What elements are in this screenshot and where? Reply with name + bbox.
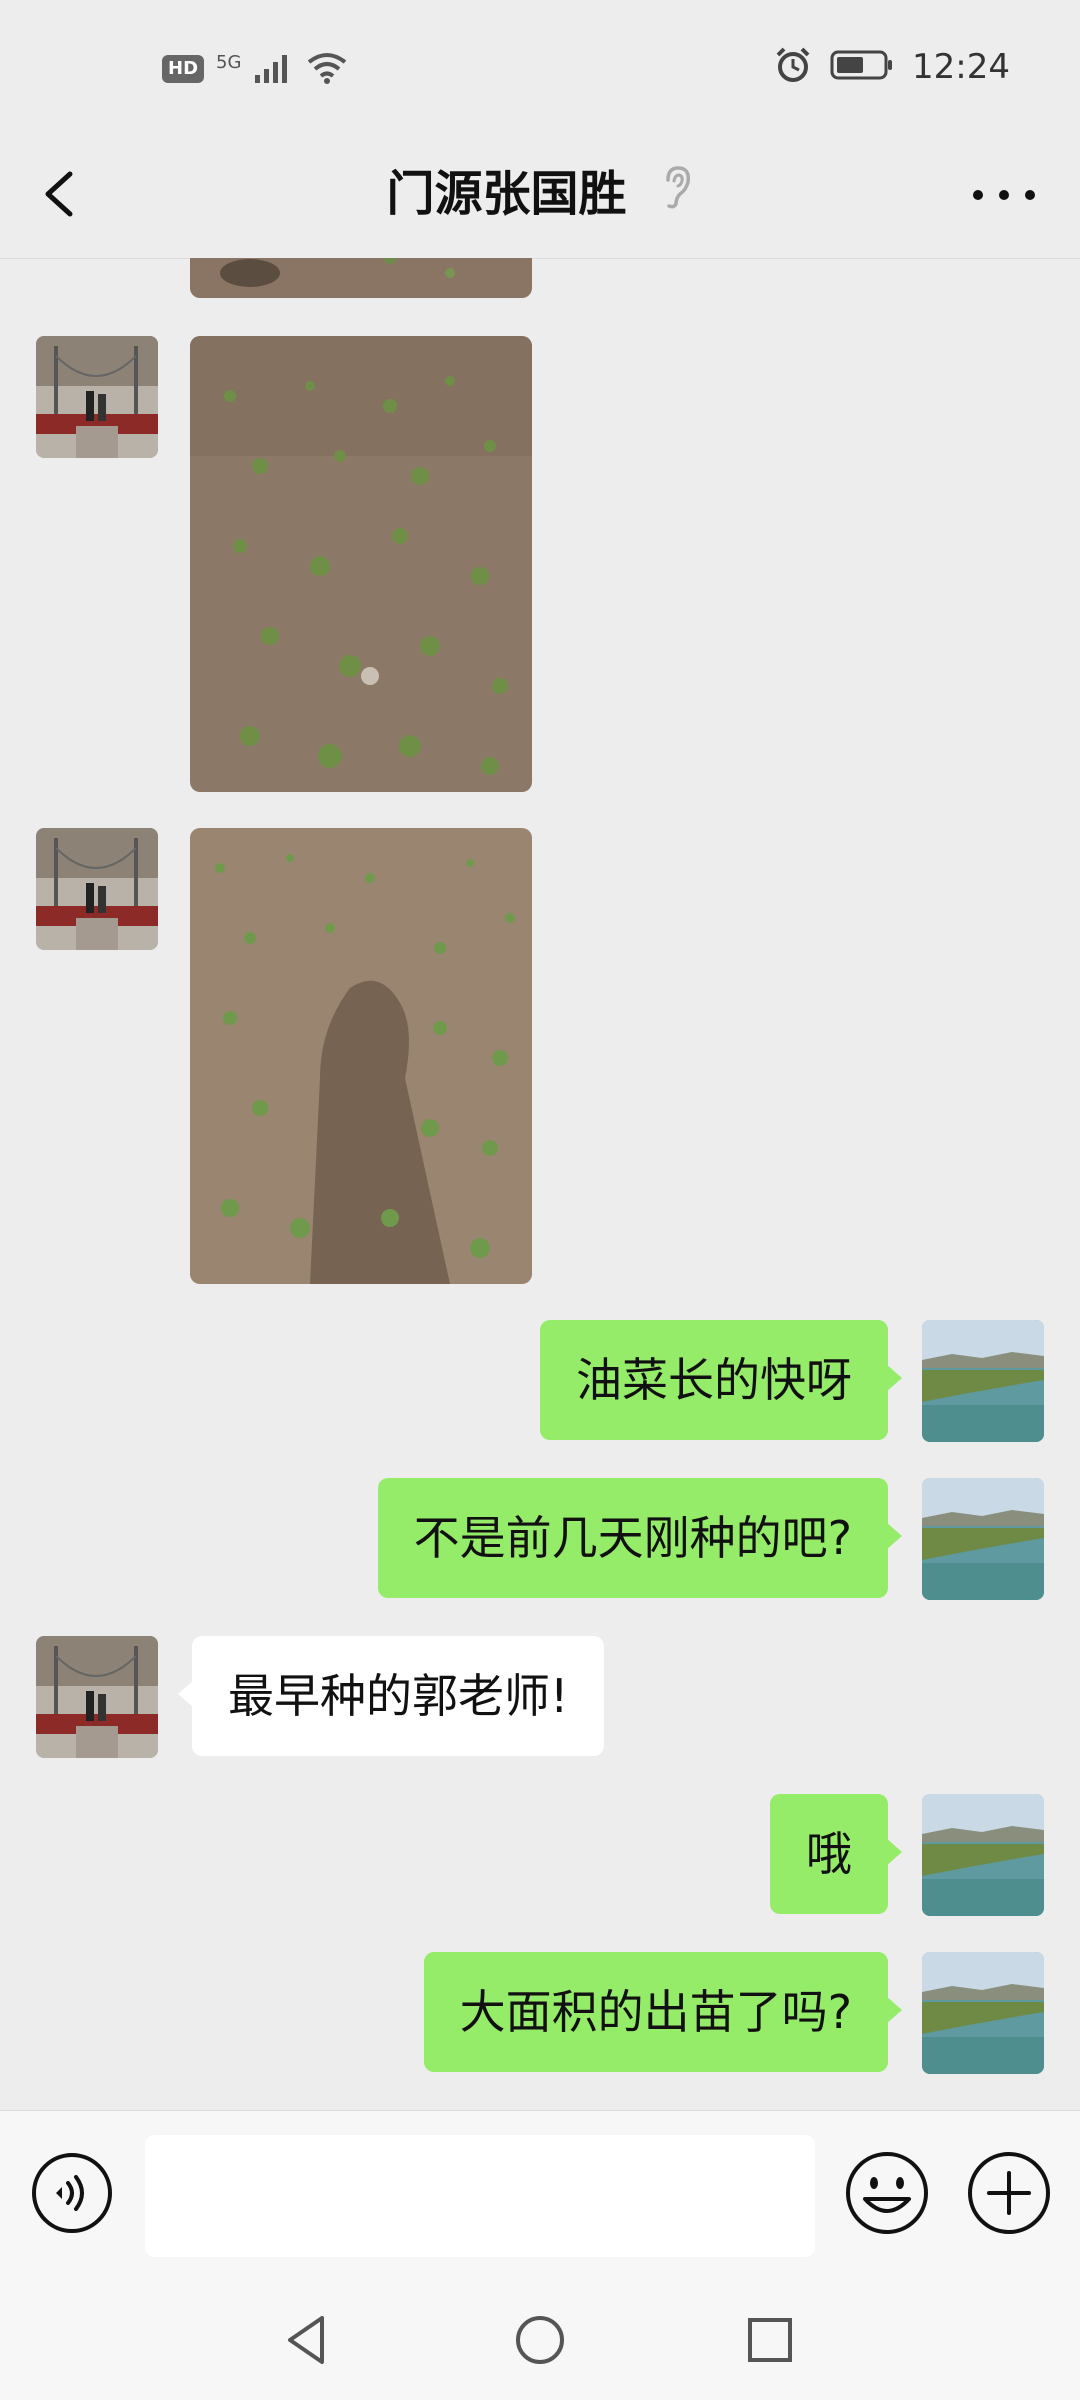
nav-home-button[interactable] [510,2310,570,2370]
message-input[interactable] [145,2135,815,2257]
wifi-icon [305,50,349,88]
network-type-label: 5G [216,51,242,73]
emoji-icon [846,2152,928,2234]
signal-icon [253,51,293,87]
more-button[interactable] [964,170,1044,220]
outgoing-message[interactable]: 哦 [770,1794,902,1914]
my-avatar[interactable] [922,1320,1044,1442]
hd-badge: HD [162,55,205,83]
nav-recent-button[interactable] [740,2310,800,2370]
my-avatar[interactable] [922,1952,1044,2074]
my-avatar[interactable] [922,1478,1044,1600]
alarm-icon [774,46,812,88]
chat-title: 门源张国胜 [386,166,627,222]
clock: 12:24 [912,47,1010,87]
voice-button[interactable] [30,2151,114,2235]
outgoing-message[interactable]: 油菜长的快呀 [540,1320,902,1440]
image-message[interactable] [190,828,532,1284]
nav-back-icon [288,2316,324,2364]
contact-avatar[interactable] [36,828,158,950]
image-message[interactable] [190,258,532,298]
nav-back-button[interactable] [278,2310,338,2370]
voice-icon [32,2153,112,2233]
message-list[interactable]: 油菜长的快呀 不是前几天刚种的吧? 最早种的郭老师! 哦 大面积的出苗了吗? [0,258,1080,2110]
nav-home-icon [516,2316,564,2364]
outgoing-message[interactable]: 大面积的出苗了吗? [423,1952,903,2072]
nav-recent-icon [748,2318,792,2362]
more-dots-icon [973,190,1035,200]
emoji-button[interactable] [843,2149,931,2237]
incoming-message[interactable]: 最早种的郭老师! [177,1636,605,1756]
system-nav-bar [0,2280,1080,2400]
status-left: HD 5G [162,50,349,88]
plus-icon [968,2152,1050,2234]
image-message[interactable] [190,336,532,792]
status-bar: HD 5G 12:24 [0,0,1080,130]
contact-avatar[interactable] [36,336,158,458]
ear-icon [660,164,694,214]
chat-header: 门源张国胜 [0,130,1080,259]
input-bar [0,2110,1080,2281]
outgoing-message[interactable]: 不是前几天刚种的吧? [377,1478,903,1598]
my-avatar[interactable] [922,1794,1044,1916]
battery-icon [830,49,894,85]
contact-avatar[interactable] [36,1636,158,1758]
plus-button[interactable] [965,2149,1053,2237]
title-wrap: 门源张国胜 [0,154,1080,224]
status-right: 12:24 [774,46,1010,88]
